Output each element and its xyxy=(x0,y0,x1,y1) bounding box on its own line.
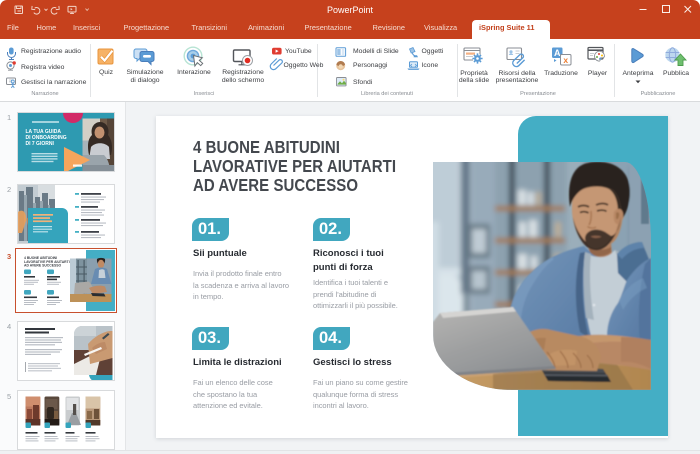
svg-text:A: A xyxy=(554,48,561,58)
svg-text:DI 7 GIORNI: DI 7 GIORNI xyxy=(26,141,55,147)
svg-text:AD AVERE SUCCESSO: AD AVERE SUCCESSO xyxy=(24,264,61,268)
svg-text:PowerPoint: PowerPoint xyxy=(327,5,374,15)
svg-text:x: x xyxy=(563,55,568,65)
